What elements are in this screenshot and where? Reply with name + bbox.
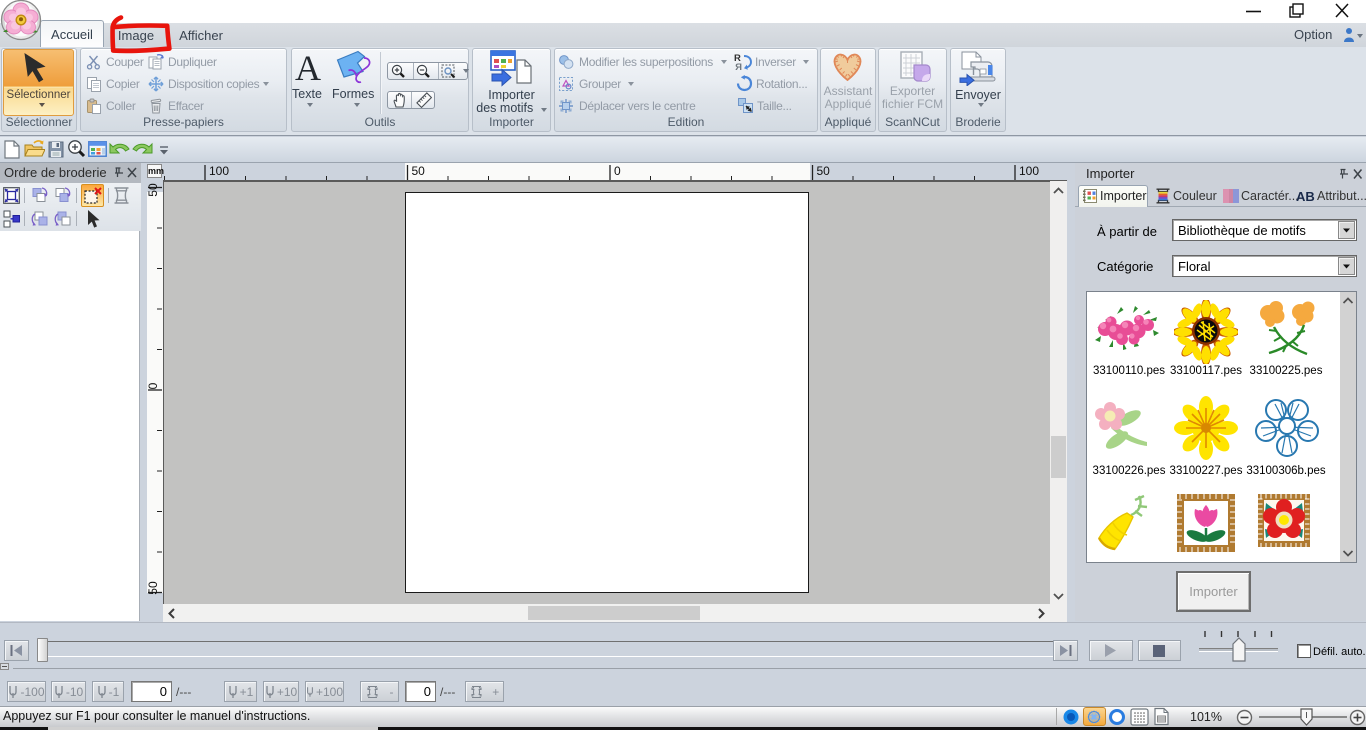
svg-text:50: 50	[412, 164, 426, 178]
svg-text:50: 50	[147, 581, 160, 595]
svg-text:50: 50	[147, 183, 160, 197]
svg-text:A: A	[295, 50, 321, 83]
svg-text:R: R	[735, 62, 742, 70]
svg-text:100: 100	[209, 164, 229, 178]
svg-text:50: 50	[817, 164, 831, 178]
svg-text:0: 0	[147, 382, 160, 389]
svg-text:0: 0	[614, 164, 621, 178]
svg-text:100: 100	[1019, 164, 1039, 178]
